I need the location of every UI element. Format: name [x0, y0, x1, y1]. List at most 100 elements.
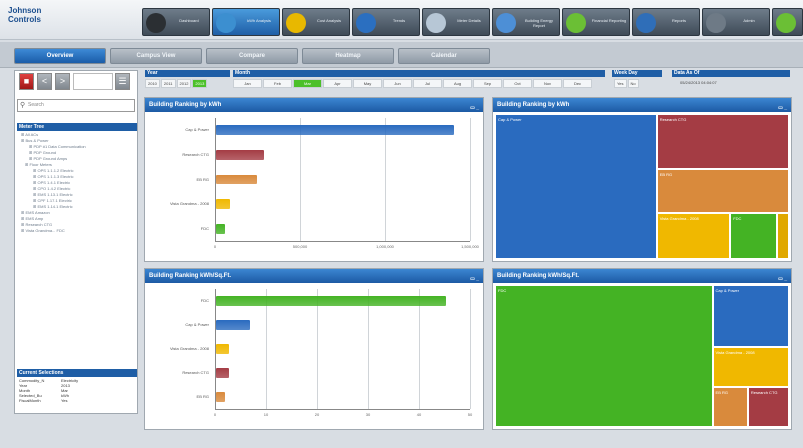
treemap-cell[interactable]: EB RG	[712, 387, 748, 427]
chart-gridline	[300, 118, 301, 241]
nav-trends[interactable]: Trends	[352, 8, 420, 36]
year-option[interactable]: 2010	[145, 79, 160, 88]
nav-label: Help	[799, 18, 802, 23]
panel-tools-icon[interactable]: ▭ _	[778, 272, 787, 286]
nav-label: Trends	[392, 18, 406, 23]
nav-help[interactable]: Help	[772, 8, 803, 36]
logo-text-line2: Controls	[8, 15, 41, 24]
coin-icon	[286, 13, 306, 33]
treemap-cell[interactable]: FDC	[730, 212, 778, 259]
tab-overview[interactable]: Overview	[14, 48, 106, 64]
panel-kwhsqft-bar: Building Ranking kWh/Sq.Ft. ▭ _ 0 10 20 30 40…	[144, 268, 484, 430]
month-option[interactable]: Nov	[533, 79, 562, 88]
treemap-cell[interactable]: Cap & Power	[712, 285, 789, 348]
logo-text-line1: Johnson	[8, 6, 42, 15]
tab-campus-view[interactable]: Campus View	[110, 48, 202, 64]
month-option[interactable]: Dec	[563, 79, 592, 88]
month-option[interactable]: Mar	[293, 79, 322, 88]
meter-tree: ⊞ All ACs ⊞ Bus & Power ⊞ PDP #1 Data Comm…	[19, 132, 135, 234]
panel-tools-icon[interactable]: ▭ _	[470, 101, 479, 115]
panel-title: Building Ranking kWh/Sq.Ft.	[497, 273, 579, 279]
chart-gridline	[419, 289, 420, 409]
chart-x-axis	[215, 409, 470, 410]
forward-button[interactable]: >	[55, 73, 70, 90]
panel-tools-icon[interactable]: ▭ _	[470, 272, 479, 286]
chart-category-label: FDC	[200, 298, 209, 303]
back-button[interactable]: <	[37, 73, 52, 90]
nav-admin[interactable]: Admin	[702, 8, 770, 36]
treemap-cell[interactable]: EB RG	[656, 169, 789, 213]
treemap-cell[interactable]: Cap & Power	[495, 114, 657, 259]
chart-category-label: EB RG	[196, 394, 209, 399]
month-option[interactable]: Jan	[233, 79, 262, 88]
chart-category-label: Vista Grandma - 2008	[169, 201, 209, 207]
treemap-cell[interactable]: Vista Grandma - 2008	[656, 212, 731, 259]
panel-kwh-treemap: Building Ranking by kWh ▭ _ Cap & Power Re…	[492, 97, 792, 262]
weekday-filter-header: Week Day	[612, 70, 662, 77]
treemap-cell[interactable]: Research CTG	[747, 387, 789, 427]
clear-button[interactable]: ■	[19, 73, 34, 90]
tab-compare[interactable]: Compare	[206, 48, 298, 64]
menu-button[interactable]: ☰	[115, 73, 130, 90]
month-option[interactable]: Aug	[443, 79, 472, 88]
treemap-cell[interactable]	[777, 212, 789, 259]
treemap-cell[interactable]: Research CTG	[656, 114, 789, 170]
month-option[interactable]: May	[353, 79, 382, 88]
chart-bar[interactable]	[216, 296, 446, 306]
panel-tools-icon[interactable]: ▭ _	[778, 101, 787, 115]
chart-bar[interactable]	[216, 199, 230, 209]
search-input[interactable]: ⚲ Search	[17, 99, 135, 112]
chart-gridline	[266, 289, 267, 409]
month-option[interactable]: Sep	[473, 79, 502, 88]
top-bar: Johnson Controls Dashboard kWh Analysis Co…	[0, 0, 803, 40]
weekday-option[interactable]: No	[627, 79, 639, 88]
treemap-cell[interactable]: FDC	[495, 285, 713, 427]
current-selections: Commodity_N Electricity Year 2013 Month Mar Se…	[19, 378, 135, 403]
nav-meter-details[interactable]: Meter Details	[422, 8, 490, 36]
chart-bar[interactable]	[216, 368, 229, 378]
help-icon	[776, 13, 796, 33]
chart-category-label: Vista Grandma - 2008	[169, 346, 209, 351]
year-option[interactable]: 2011	[160, 79, 176, 88]
chart-bar[interactable]	[216, 392, 225, 402]
bars-icon	[566, 13, 586, 33]
tab-calendar[interactable]: Calendar	[398, 48, 490, 64]
year-filter-header: Year	[145, 70, 230, 77]
chart-tick-label: 20	[314, 412, 320, 417]
nav-financial-reporting[interactable]: Financial Reporting	[562, 8, 630, 36]
meter-tree-item[interactable]: ⊞ Vista Grandma... FDC	[19, 228, 135, 234]
nav-building-energy-report[interactable]: Building Energy Report	[492, 8, 560, 36]
data-asof-value: 05/24/2013 04:04:07	[680, 80, 717, 85]
year-option[interactable]: 2012	[176, 79, 192, 88]
nav-kwh-analysis[interactable]: kWh Analysis	[212, 8, 280, 36]
panel-kwhsqft-treemap: Building Ranking kWh/Sq.Ft. ▭ _ FDC Cap & …	[492, 268, 792, 430]
month-option[interactable]: Jun	[383, 79, 412, 88]
chart-bar[interactable]	[216, 125, 454, 136]
chart-gridline	[317, 289, 318, 409]
treemap-cell[interactable]: Vista Grandma - 2008	[712, 347, 789, 388]
chart-category-label: FDC	[200, 225, 209, 231]
chart-tick-label: 500,000	[292, 244, 308, 249]
nav-label: kWh Analysis	[247, 18, 271, 23]
nav-cost-analysis[interactable]: Cost Analysis	[282, 8, 350, 36]
year-option[interactable]: 2013	[192, 79, 208, 88]
chart-bar[interactable]	[216, 223, 225, 234]
chart-bar[interactable]	[216, 174, 257, 185]
month-option[interactable]: Feb	[263, 79, 292, 88]
panel-title: Building Ranking by kWh	[149, 102, 222, 108]
nav-reports[interactable]: Reports	[632, 8, 700, 36]
nav-label: Dashboard	[179, 18, 199, 23]
nav-label: Meter Details	[457, 18, 481, 23]
chart-gridline	[470, 118, 471, 241]
tab-heatmap[interactable]: Heatmap	[302, 48, 394, 64]
chart-bar[interactable]	[216, 149, 264, 160]
month-option[interactable]: Jul	[413, 79, 442, 88]
chart-bar[interactable]	[216, 344, 229, 354]
month-option[interactable]: Oct	[503, 79, 532, 88]
chart-bar[interactable]	[216, 320, 250, 330]
chart-category-label: Research CTG	[182, 151, 209, 157]
weekday-option[interactable]: Yes	[614, 79, 627, 88]
month-option[interactable]: Apr	[323, 79, 352, 88]
nav-dashboard[interactable]: Dashboard	[142, 8, 210, 36]
chart-category-label: Cap & Power	[185, 127, 209, 133]
